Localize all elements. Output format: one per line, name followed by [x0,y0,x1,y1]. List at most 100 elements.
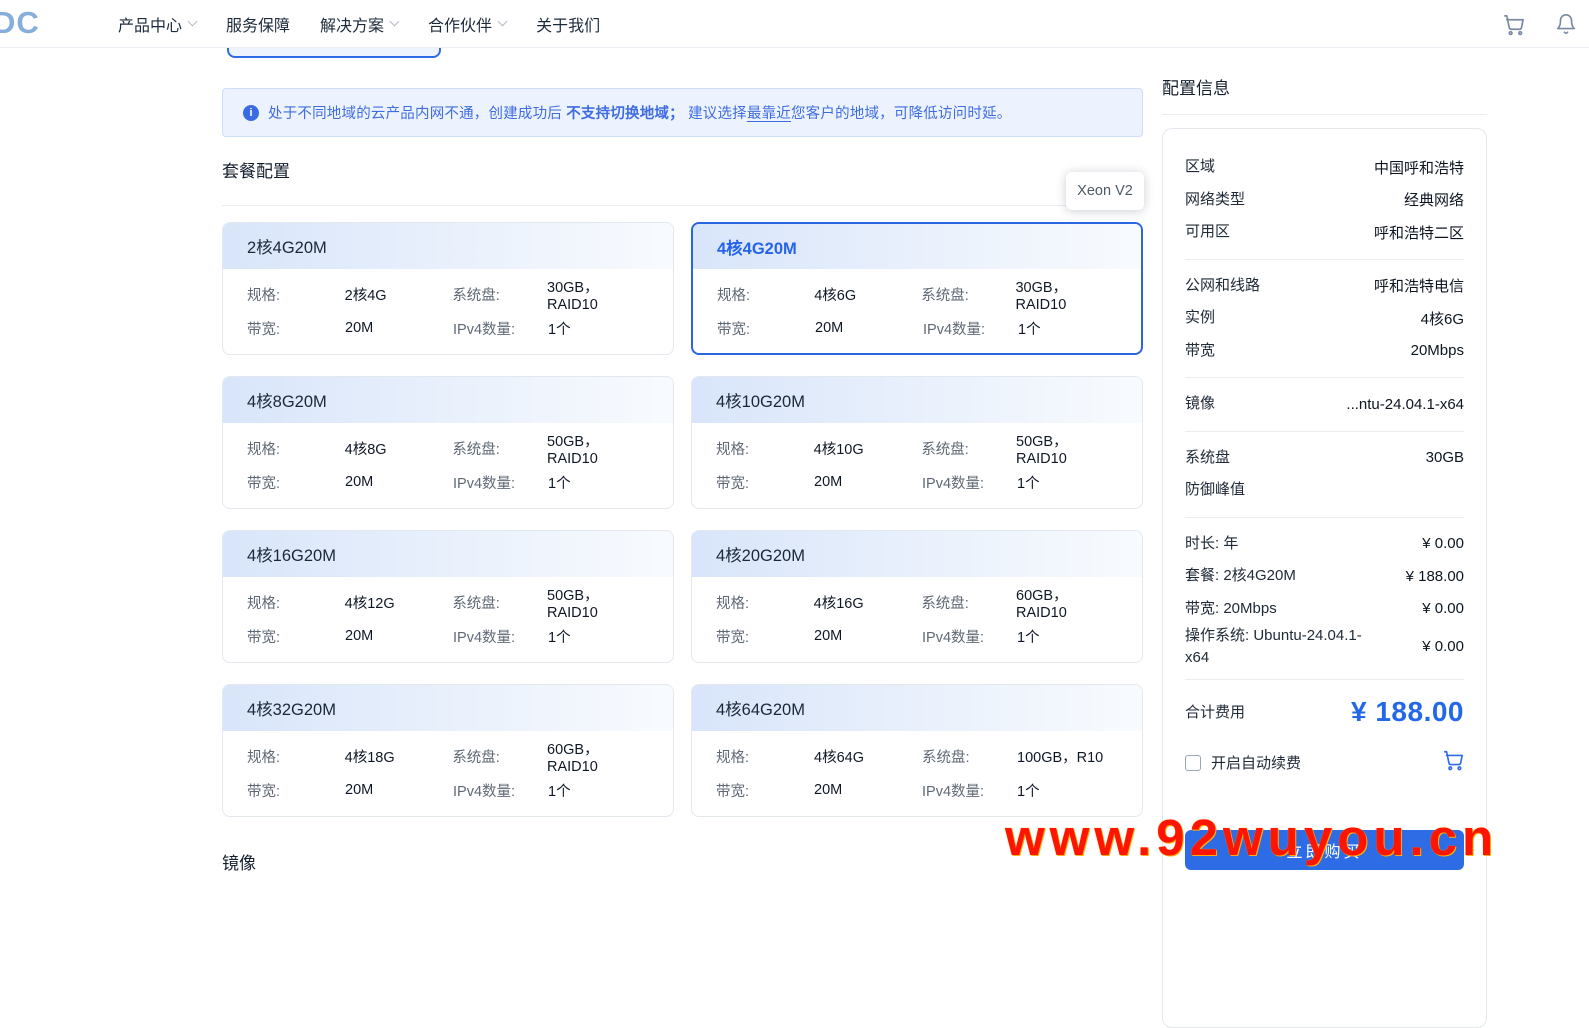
region-info-banner: i 处于不同地域的云产品内网不通，创建成功后 不支持切换地域； 建议选择最靠近您… [222,88,1143,137]
plan-bandwidth-label: 带宽: [247,475,281,492]
plan-card[interactable]: 4核32G20M 规格: 4核18G 系统盘: 60GB，RAID10 带宽: … [222,684,674,817]
plan-disk-label: 系统盘: [452,441,500,458]
plan-card[interactable]: 4核16G20M 规格: 4核12G 系统盘: 50GB，RAID10 带宽: … [222,530,674,663]
watermark: www.92wuyou.cn [1005,809,1499,866]
plan-bandwidth-value: 20M [815,320,844,336]
plan-spec-value: 4核18G [344,749,395,766]
plan-name: 4核8G20M [247,393,327,411]
plan-spec-value: 4核12G [344,595,395,612]
plan-card[interactable]: 4核64G20M 规格: 4核64G 系统盘: 100GB，R10 带宽: 20… [691,684,1143,817]
summary-row-value: ¥ 0.00 [1422,535,1464,553]
plan-card-header: 4核20G20M [692,531,1142,577]
logo[interactable]: DC [0,5,40,41]
cart-icon[interactable] [1502,13,1525,36]
plan-name: 4核16G20M [247,547,336,565]
plan-name: 4核20G20M [716,547,805,565]
summary-row-value: 4核6G [1420,310,1464,328]
plan-card[interactable]: 4核10G20M 规格: 4核10G 系统盘: 50GB，RAID10 带宽: … [691,376,1143,509]
summary-row-label: 网络类型 [1185,190,1246,208]
nav-item[interactable]: 关于我们 [536,12,600,36]
plan-card-header: 4核10G20M [692,377,1142,423]
divider [1185,678,1464,680]
summary-row-value: 呼和浩特电信 [1373,278,1464,296]
summary-row-value: 中国呼和浩特 [1373,159,1464,177]
auto-renew-row: 开启自动续费 [1185,748,1464,778]
plan-disk-value: 50GB，RAID10 [1016,433,1068,467]
plan-card[interactable]: 4核4G20M 规格: 4核6G 系统盘: 30GB，RAID10 带宽: 20… [691,222,1143,355]
summary-row-value: 经典网络 [1403,192,1464,210]
plan-ipv4-value: 1个 [548,629,571,646]
plan-spec-value: 4核64G [814,749,864,766]
plan-bandwidth-value: 20M [814,782,843,798]
plan-disk-label: 系统盘: [922,749,970,766]
plan-bandwidth-value: 20M [814,628,843,644]
banner-underlined-text: 最靠近 [746,106,791,122]
plan-bandwidth-value: 20M [345,474,374,490]
plan-disk-label: 系统盘: [452,749,500,766]
total-label: 合计费用 [1185,704,1246,721]
plan-disk-value: 60GB，RAID10 [547,741,599,775]
plan-spec-label: 规格: [716,441,750,458]
nav-item-label: 关于我们 [536,18,601,35]
summary-row: 实例 4核6G [1185,302,1464,335]
nav-item-label: 合作伙伴 [428,18,493,35]
plan-card-header: 4核64G20M [692,685,1142,731]
auto-renew-checkbox[interactable] [1185,754,1201,771]
summary-title: 配置信息 [1162,79,1230,98]
plan-ipv4-label: IPv4数量: [922,629,985,646]
plan-ipv4-value: 1个 [1017,783,1040,800]
plan-bandwidth-label: 带宽: [716,783,750,800]
plan-spec-label: 规格: [716,749,750,766]
plan-card-header: 4核4G20M [693,224,1141,269]
plan-ipv4-value: 1个 [1017,475,1040,492]
chevron-down-icon [187,16,198,27]
plan-name: 2核4G20M [247,239,327,257]
summary-row-label: 防御峰值 [1185,481,1246,499]
plan-spec-value: 4核16G [813,595,864,612]
plan-ipv4-value: 1个 [1017,629,1040,646]
total-row: 合计费用 ¥ 188.00 [1185,690,1464,734]
plan-spec-label: 规格: [717,287,751,304]
plan-ipv4-label: IPv4数量: [453,475,516,492]
nav-item[interactable]: 解决方案 [320,12,400,36]
summary-row-label: 可用区 [1185,223,1231,241]
plan-ipv4-value: 1个 [548,783,571,800]
divider [222,205,1143,206]
plan-card-header: 4核16G20M [223,531,673,577]
summary-row: 时长: 年 ¥ 0.00 [1185,528,1464,561]
plan-ipv4-label: IPv4数量: [453,321,516,338]
plan-card[interactable]: 2核4G20M 规格: 2核4G 系统盘: 30GB，RAID10 带宽: 20… [222,222,674,355]
nav-item[interactable]: 产品中心 [118,12,198,36]
nav-item-label: 产品中心 [118,18,183,35]
plan-ipv4-value: 1个 [548,321,571,338]
plan-spec-label: 规格: [247,595,281,612]
add-to-cart-icon[interactable] [1442,749,1464,776]
bell-icon[interactable] [1555,13,1577,35]
summary-row-value: ¥ 0.00 [1422,638,1464,656]
plan-ipv4-label: IPv4数量: [923,321,986,338]
plan-card[interactable]: 4核20G20M 规格: 4核16G 系统盘: 60GB，RAID10 带宽: … [691,530,1143,663]
summary-row-label: 时长: 年 [1185,534,1239,552]
nav-item[interactable]: 合作伙伴 [428,12,508,36]
summary-row: 带宽 20Mbps [1185,335,1464,368]
summary-row-value: ...ntu-24.04.1-x64 [1346,395,1464,413]
summary-row: 镜像 ...ntu-24.04.1-x64 [1185,388,1464,421]
plan-card[interactable]: 4核8G20M 规格: 4核8G 系统盘: 50GB，RAID10 带宽: 20… [222,376,674,509]
summary-row-label: 实例 [1185,309,1216,327]
summary-row-value: 20Mbps [1410,342,1464,360]
divider [1185,377,1464,378]
nav-item[interactable]: 服务保障 [226,12,290,36]
plan-disk-value: 60GB，RAID10 [1016,587,1068,621]
plan-ipv4-label: IPv4数量: [453,783,516,800]
plan-disk-value: 100GB，R10 [1017,749,1104,766]
plan-name: 4核10G20M [716,393,805,411]
plan-card-header: 4核8G20M [223,377,673,423]
plan-name: 4核64G20M [716,701,805,719]
plan-ipv4-label: IPv4数量: [922,783,985,800]
summary-row: 公网和线路 呼和浩特电信 [1185,270,1464,303]
plan-spec-label: 规格: [247,749,281,766]
banner-text: 处于不同地域的云产品内网不通，创建成功后 不支持切换地域； 建议选择最靠近您客户… [268,106,1012,122]
summary-row: 区域 中国呼和浩特 [1185,151,1464,184]
plan-name: 4核4G20M [717,239,797,258]
plan-spec-value: 2核4G [344,287,387,304]
